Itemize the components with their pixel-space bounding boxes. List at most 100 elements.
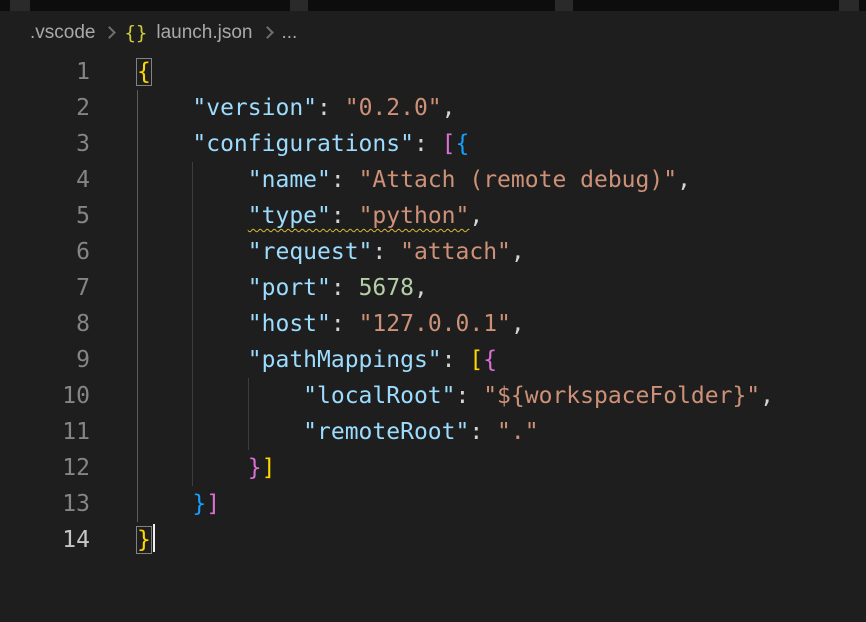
code-token: , <box>760 383 774 409</box>
text-cursor <box>153 524 155 552</box>
code-token: : <box>331 203 359 229</box>
code-token: { <box>456 131 470 157</box>
indent-whitespace <box>137 95 192 121</box>
line-number[interactable]: 1 <box>0 54 90 90</box>
line-number[interactable]: 13 <box>0 486 90 522</box>
code-token: : <box>414 131 442 157</box>
indent-guide-icon <box>137 450 138 486</box>
code-line[interactable]: 5 "type": "python", <box>0 198 866 234</box>
code-token: } <box>192 491 206 517</box>
line-number[interactable]: 2 <box>0 90 90 126</box>
line-number[interactable]: 11 <box>0 414 90 450</box>
code-line[interactable]: 11 "remoteRoot": "." <box>0 414 866 450</box>
code-token: "remoteRoot" <box>303 419 469 445</box>
code-line[interactable]: 10 "localRoot": "${workspaceFolder}", <box>0 378 866 414</box>
chevron-right-icon <box>104 26 117 39</box>
line-content: "localRoot": "${workspaceFolder}", <box>90 378 866 414</box>
indent-guide-icon <box>137 378 138 414</box>
code-line[interactable]: 13 }] <box>0 486 866 522</box>
line-content: { <box>90 54 866 90</box>
tab-remnant <box>839 0 859 11</box>
code-area[interactable]: 1{2 "version": "0.2.0",3 "configurations… <box>0 54 866 558</box>
code-token: "version" <box>192 95 317 121</box>
code-line[interactable]: 9 "pathMappings": [{ <box>0 342 866 378</box>
line-content: "version": "0.2.0", <box>90 90 866 126</box>
code-token: "type" <box>248 203 331 229</box>
line-number[interactable]: 8 <box>0 306 90 342</box>
breadcrumb-symbol[interactable]: ... <box>282 22 298 44</box>
line-content: "name": "Attach (remote debug)", <box>90 162 866 198</box>
line-content: "pathMappings": [{ <box>90 342 866 378</box>
code-token: : <box>456 383 484 409</box>
code-line[interactable]: 3 "configurations": [{ <box>0 126 866 162</box>
line-number[interactable]: 4 <box>0 162 90 198</box>
line-content: } <box>90 522 866 558</box>
line-number[interactable]: 14 <box>0 522 90 558</box>
breadcrumb-folder[interactable]: .vscode <box>30 22 95 44</box>
line-number[interactable]: 6 <box>0 234 90 270</box>
line-content: "request": "attach", <box>90 234 866 270</box>
code-token: , <box>511 311 525 337</box>
indent-guide-icon <box>137 342 138 378</box>
indent-guide-icon <box>192 270 193 306</box>
code-token: : <box>317 95 345 121</box>
code-token: "attach" <box>400 239 511 265</box>
code-token: { <box>483 347 497 373</box>
code-token: : <box>331 167 359 193</box>
indent-guide-icon <box>192 450 193 486</box>
indent-guide-icon <box>248 414 249 450</box>
line-content: }] <box>90 486 866 522</box>
code-line[interactable]: 4 "name": "Attach (remote debug)", <box>0 162 866 198</box>
line-number[interactable]: 10 <box>0 378 90 414</box>
line-number[interactable]: 3 <box>0 126 90 162</box>
indent-guide-icon <box>192 342 193 378</box>
code-line[interactable]: 2 "version": "0.2.0", <box>0 90 866 126</box>
line-number[interactable]: 12 <box>0 450 90 486</box>
code-token: [ <box>469 347 483 373</box>
code-token: "configurations" <box>192 131 414 157</box>
code-token: "127.0.0.1" <box>359 311 511 337</box>
code-token: : <box>372 239 400 265</box>
chevron-right-icon <box>261 26 274 39</box>
indent-guide-icon <box>137 162 138 198</box>
code-token: , <box>442 95 456 121</box>
line-number[interactable]: 5 <box>0 198 90 234</box>
code-token: } <box>248 455 262 481</box>
code-token: ] <box>206 491 220 517</box>
indent-guide-icon <box>137 414 138 450</box>
indent-guide-icon <box>137 234 138 270</box>
code-token: , <box>414 275 428 301</box>
indent-guide-icon <box>137 126 138 162</box>
code-line[interactable]: 12 }] <box>0 450 866 486</box>
code-line[interactable]: 14} <box>0 522 866 558</box>
tab-remnant <box>290 0 308 11</box>
code-token: 5678 <box>359 275 414 301</box>
code-token: : <box>331 275 359 301</box>
line-number[interactable]: 9 <box>0 342 90 378</box>
tab-strip <box>0 0 866 11</box>
indent-guide-icon <box>192 198 193 234</box>
code-token: "python" <box>359 203 470 229</box>
code-token: , <box>469 203 483 229</box>
code-token: "${workspaceFolder}" <box>483 383 760 409</box>
indent-guide-icon <box>248 378 249 414</box>
code-token: "." <box>497 419 539 445</box>
code-line[interactable]: 6 "request": "attach", <box>0 234 866 270</box>
breadcrumb-file[interactable]: launch.json <box>156 22 252 44</box>
code-line[interactable]: 8 "host": "127.0.0.1", <box>0 306 866 342</box>
code-token: "host" <box>248 311 331 337</box>
indent-guide-icon <box>192 234 193 270</box>
code-token: "port" <box>248 275 331 301</box>
indent-guide-icon <box>192 414 193 450</box>
indent-guide-icon <box>192 306 193 342</box>
indent-whitespace <box>137 131 192 157</box>
line-content: "remoteRoot": "." <box>90 414 866 450</box>
json-braces-icon: {} <box>124 22 147 44</box>
code-token: : <box>331 311 359 337</box>
line-number[interactable]: 7 <box>0 270 90 306</box>
tab-remnant <box>10 0 30 11</box>
code-line[interactable]: 1{ <box>0 54 866 90</box>
code-line[interactable]: 7 "port": 5678, <box>0 270 866 306</box>
code-token: "Attach (remote debug)" <box>359 167 678 193</box>
indent-guide-icon <box>137 270 138 306</box>
